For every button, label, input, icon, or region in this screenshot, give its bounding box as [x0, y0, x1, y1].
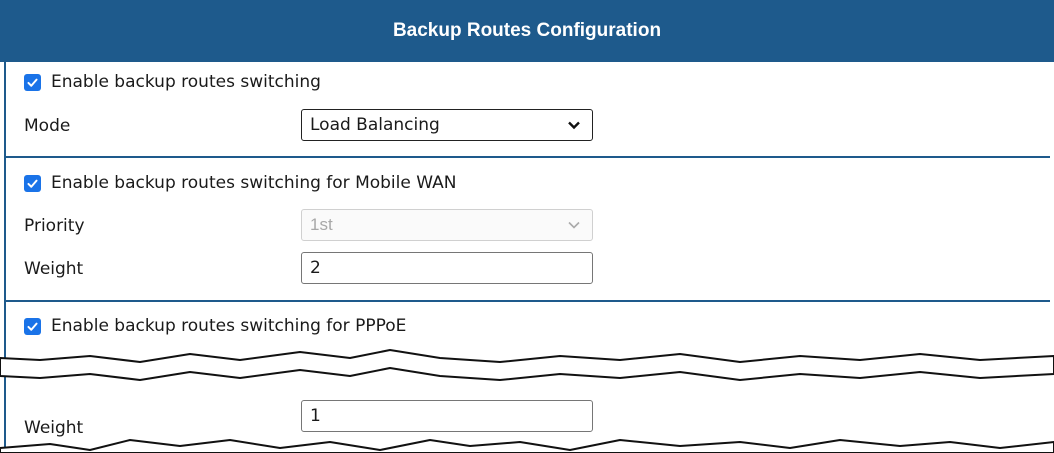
mode-select[interactable]: Load Balancing	[301, 109, 593, 141]
section-header: Backup Routes Configuration	[0, 0, 1054, 62]
mode-select-value: Load Balancing	[310, 115, 440, 135]
check-icon	[27, 322, 38, 331]
pppoe-weight-label: Weight	[24, 418, 84, 438]
mobile-wan-weight-value: 2	[310, 258, 321, 278]
mobile-wan-section: Enable backup routes switching for Mobil…	[6, 158, 1050, 302]
chevron-down-icon	[568, 121, 580, 130]
priority-label: Priority	[24, 216, 85, 236]
enable-backup-routes-label: Enable backup routes switching	[51, 72, 321, 92]
mode-label: Mode	[24, 116, 71, 136]
check-icon	[27, 78, 38, 87]
priority-select: 1st	[301, 209, 593, 241]
chevron-down-icon	[568, 221, 580, 229]
general-section: Enable backup routes switching Mode Load…	[6, 62, 1050, 158]
priority-select-value: 1st	[310, 215, 333, 234]
enable-backup-routes-row[interactable]: Enable backup routes switching	[24, 72, 321, 92]
torn-edge-divider	[0, 349, 1054, 381]
enable-mobile-wan-row[interactable]: Enable backup routes switching for Mobil…	[24, 173, 456, 193]
enable-mobile-wan-label: Enable backup routes switching for Mobil…	[51, 173, 457, 193]
enable-backup-routes-checkbox[interactable]	[24, 73, 41, 91]
enable-mobile-wan-checkbox[interactable]	[24, 174, 41, 192]
enable-pppoe-label: Enable backup routes switching for PPPoE	[51, 316, 407, 336]
pppoe-weight-value: 1	[310, 406, 321, 426]
check-icon	[27, 179, 38, 188]
enable-pppoe-row[interactable]: Enable backup routes switching for PPPoE	[24, 316, 406, 336]
mobile-wan-weight-label: Weight	[24, 259, 84, 279]
pppoe-weight-input[interactable]: 1	[301, 400, 593, 432]
enable-pppoe-checkbox[interactable]	[24, 317, 41, 335]
mobile-wan-weight-input[interactable]: 2	[301, 252, 593, 284]
torn-edge-bottom	[0, 439, 1054, 453]
page-title: Backup Routes Configuration	[392, 20, 662, 41]
